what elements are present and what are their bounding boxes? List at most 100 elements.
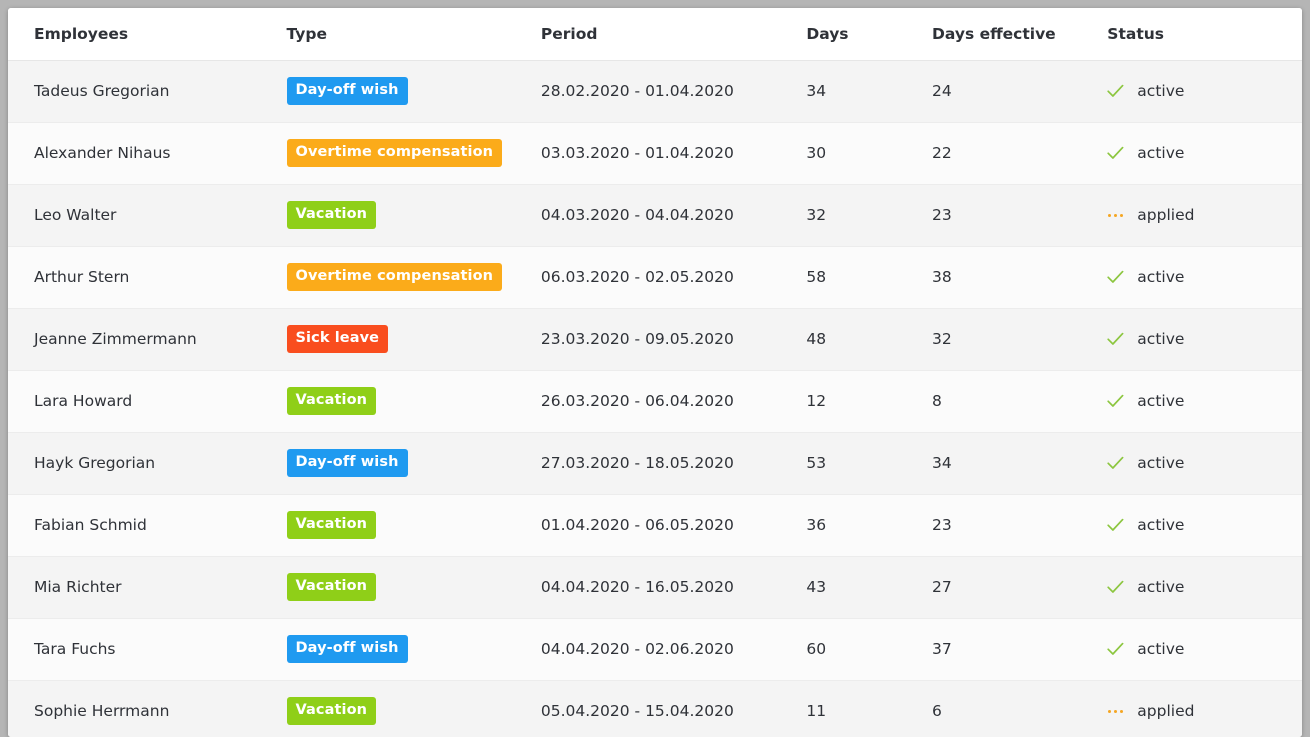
status-label: active: [1137, 268, 1185, 286]
cell-days-effective: 27: [924, 556, 1100, 619]
status-label: active: [1137, 392, 1185, 410]
table-row[interactable]: Tadeus Gregorian Day-off wish 28.02.2020 -…: [8, 60, 1302, 123]
cell-days: 36: [798, 494, 924, 557]
cell-employee: Sophie Herrmann: [8, 680, 277, 737]
check-icon: [1107, 641, 1124, 658]
cell-days: 30: [798, 122, 924, 185]
type-badge[interactable]: Overtime compensation: [286, 139, 503, 167]
check-icon: [1107, 393, 1124, 410]
cell-status: active: [1099, 618, 1302, 681]
cell-days-effective: 34: [924, 432, 1100, 495]
type-badge[interactable]: Overtime compensation: [286, 263, 503, 291]
cell-type: Overtime compensation: [276, 246, 533, 309]
check-icon: [1107, 145, 1124, 162]
cell-days: 12: [798, 370, 924, 433]
cell-period: 26.03.2020 - 06.04.2020: [532, 370, 799, 433]
ellipsis-dots: [1108, 213, 1124, 217]
cell-status: active: [1099, 60, 1302, 123]
column-header-status[interactable]: Status: [1099, 8, 1302, 61]
table-header: Employees Type Period Days Days effectiv…: [8, 8, 1302, 61]
status-badge: active: [1107, 640, 1302, 658]
cell-employee: Mia Richter: [8, 556, 277, 619]
cell-days-effective: 22: [924, 122, 1100, 185]
table-row[interactable]: Alexander Nihaus Overtime compensation 03.…: [8, 122, 1302, 185]
check-icon: [1107, 83, 1124, 100]
cell-days: 34: [798, 60, 924, 123]
table-row[interactable]: Tara Fuchs Day-off wish 04.04.2020 - 02.06…: [8, 618, 1302, 681]
type-badge[interactable]: Vacation: [286, 511, 377, 539]
type-badge[interactable]: Day-off wish: [286, 449, 408, 477]
status-label: active: [1137, 454, 1185, 472]
status-badge: active: [1107, 578, 1302, 596]
status-badge: active: [1107, 82, 1302, 100]
cell-days: 32: [798, 184, 924, 247]
table-row[interactable]: Sophie Herrmann Vacation 05.04.2020 - 15.0…: [8, 680, 1302, 737]
cell-period: 04.04.2020 - 02.06.2020: [532, 618, 799, 681]
status-label: active: [1137, 144, 1185, 162]
status-badge: active: [1107, 392, 1302, 410]
check-icon: [1107, 269, 1124, 286]
cell-status: applied: [1099, 680, 1302, 737]
cell-type: Vacation: [276, 370, 533, 433]
cell-status: active: [1099, 494, 1302, 557]
ellipsis-icon: [1107, 207, 1124, 224]
cell-employee: Hayk Gregorian: [8, 432, 277, 495]
type-badge[interactable]: Sick leave: [286, 325, 389, 353]
type-badge[interactable]: Vacation: [286, 387, 377, 415]
status-label: active: [1137, 578, 1185, 596]
status-label: applied: [1137, 206, 1195, 224]
table-row[interactable]: Arthur Stern Overtime compensation 06.03.2…: [8, 246, 1302, 309]
table-row[interactable]: Leo Walter Vacation 04.03.2020 - 04.04.202…: [8, 184, 1302, 247]
column-header-type[interactable]: Type: [276, 8, 533, 61]
cell-type: Day-off wish: [276, 60, 533, 123]
absence-table: Employees Type Period Days Days effectiv…: [8, 8, 1302, 737]
status-badge: applied: [1107, 206, 1302, 224]
cell-employee: Alexander Nihaus: [8, 122, 277, 185]
check-icon: [1107, 579, 1124, 596]
cell-employee: Leo Walter: [8, 184, 277, 247]
cell-days-effective: 23: [924, 494, 1100, 557]
table-row[interactable]: Hayk Gregorian Day-off wish 27.03.2020 - 1…: [8, 432, 1302, 495]
cell-type: Vacation: [276, 680, 533, 737]
cell-status: active: [1099, 308, 1302, 371]
cell-days-effective: 23: [924, 184, 1100, 247]
table-body: Tadeus Gregorian Day-off wish 28.02.2020 -…: [8, 60, 1302, 737]
cell-employee: Lara Howard: [8, 370, 277, 433]
column-header-period[interactable]: Period: [532, 8, 799, 61]
table-row[interactable]: Fabian Schmid Vacation 01.04.2020 - 06.05.…: [8, 494, 1302, 557]
status-badge: active: [1107, 330, 1302, 348]
cell-days-effective: 37: [924, 618, 1100, 681]
column-header-days[interactable]: Days: [798, 8, 924, 61]
cell-days-effective: 24: [924, 60, 1100, 123]
table-header-row: Employees Type Period Days Days effectiv…: [8, 8, 1302, 61]
cell-period: 04.03.2020 - 04.04.2020: [532, 184, 799, 247]
status-label: active: [1137, 516, 1185, 534]
table-row[interactable]: Jeanne Zimmermann Sick leave 23.03.2020 - …: [8, 308, 1302, 371]
cell-status: active: [1099, 556, 1302, 619]
status-label: active: [1137, 330, 1185, 348]
type-badge[interactable]: Vacation: [286, 573, 377, 601]
table-row[interactable]: Mia Richter Vacation 04.04.2020 - 16.05.20…: [8, 556, 1302, 619]
type-badge[interactable]: Vacation: [286, 697, 377, 725]
type-badge[interactable]: Vacation: [286, 201, 377, 229]
column-header-employees[interactable]: Employees: [8, 8, 277, 61]
page-background: Employees Type Period Days Days effectiv…: [0, 0, 1310, 737]
column-header-days-effective[interactable]: Days effective: [924, 8, 1100, 61]
type-badge[interactable]: Day-off wish: [286, 77, 408, 105]
cell-period: 04.04.2020 - 16.05.2020: [532, 556, 799, 619]
table-row[interactable]: Lara Howard Vacation 26.03.2020 - 06.04.20…: [8, 370, 1302, 433]
status-badge: active: [1107, 516, 1302, 534]
cell-period: 03.03.2020 - 01.04.2020: [532, 122, 799, 185]
type-badge[interactable]: Day-off wish: [286, 635, 408, 663]
cell-employee: Jeanne Zimmermann: [8, 308, 277, 371]
cell-type: Day-off wish: [276, 618, 533, 681]
cell-days: 48: [798, 308, 924, 371]
cell-days: 43: [798, 556, 924, 619]
cell-period: 06.03.2020 - 02.05.2020: [532, 246, 799, 309]
cell-period: 23.03.2020 - 09.05.2020: [532, 308, 799, 371]
cell-employee: Tadeus Gregorian: [8, 60, 277, 123]
cell-type: Overtime compensation: [276, 122, 533, 185]
cell-status: active: [1099, 246, 1302, 309]
cell-status: active: [1099, 122, 1302, 185]
ellipsis-icon: [1107, 703, 1124, 720]
